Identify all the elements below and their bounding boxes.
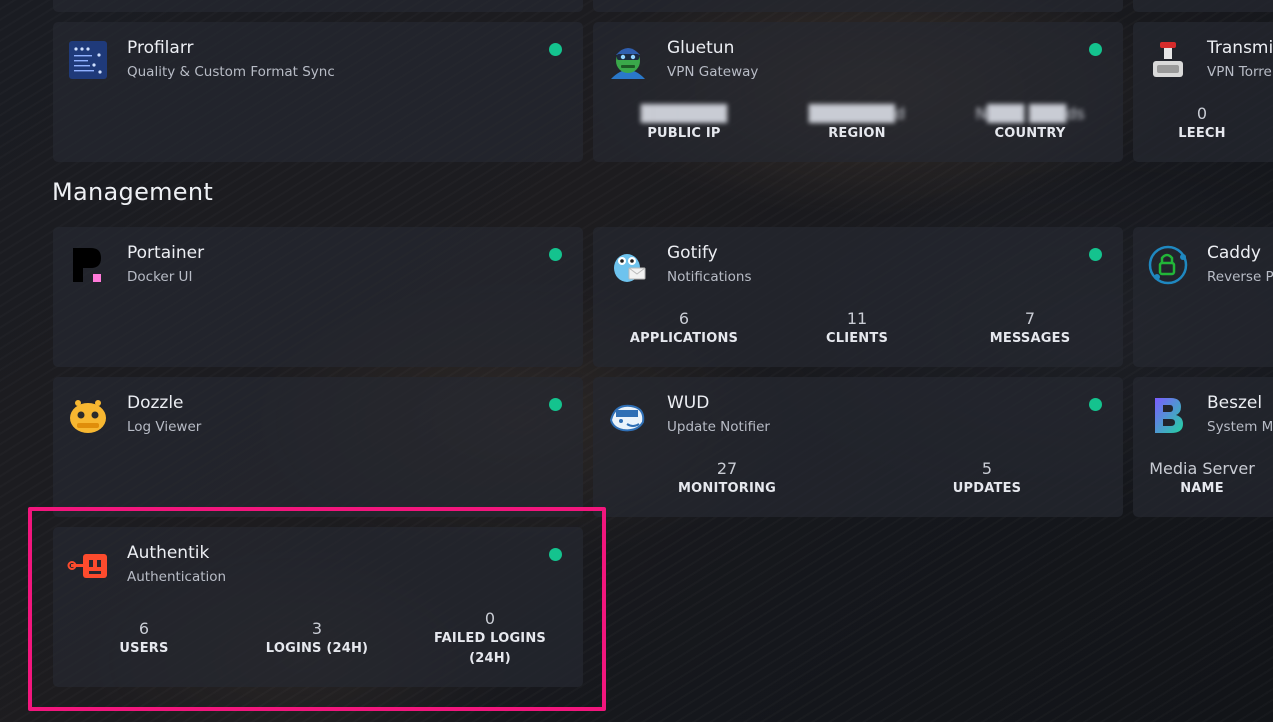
service-name: Transmi: [1207, 38, 1273, 58]
service-name: Gotify: [667, 243, 718, 263]
service-description: Notifications: [667, 269, 752, 285]
stat-value: 7: [1024, 309, 1036, 328]
status-indicator: [549, 43, 562, 56]
stat-value: 6: [678, 309, 690, 328]
service-description: Docker UI: [127, 269, 193, 285]
caddy-icon: [1147, 244, 1189, 286]
status-indicator: [1089, 248, 1102, 261]
service-card-portainer[interactable]: Portainer Docker UI: [53, 227, 583, 367]
service-name: Profilarr: [127, 38, 194, 58]
highlight-box: [28, 507, 606, 711]
stat-leech: 0 LEECH: [1178, 104, 1225, 144]
stat-label: CLIENTS: [825, 331, 889, 346]
service-description: System M: [1207, 419, 1273, 435]
stat-name: Media Server NAME: [1149, 459, 1255, 499]
stat-label: COUNTRY: [994, 126, 1066, 141]
stat-updates: 5 UPDATES: [953, 459, 1021, 499]
stat-label: APPLICATIONS: [629, 331, 739, 346]
stat-monitoring: 27 MONITORING: [678, 459, 776, 499]
service-description: Update Notifier: [667, 419, 770, 435]
service-card-dozzle[interactable]: Dozzle Log Viewer: [53, 377, 583, 517]
service-card-beszel[interactable]: Beszel System M Media Server NAME: [1133, 377, 1273, 517]
service-card-profilarr[interactable]: Profilarr Quality & Custom Format Sync: [53, 22, 583, 162]
status-indicator: [549, 398, 562, 411]
status-indicator: [1089, 43, 1102, 56]
stat-label: REGION: [828, 126, 886, 141]
stat-public-ip: ███████ PUBLIC IP: [641, 104, 727, 144]
stat-value: ███████: [640, 104, 728, 123]
dozzle-icon: [67, 394, 109, 436]
service-name: WUD: [667, 393, 710, 413]
stat-value: 5: [981, 459, 993, 478]
service-description: Log Viewer: [127, 419, 202, 435]
service-name: Dozzle: [127, 393, 184, 413]
stat-value: Media Server: [1149, 459, 1255, 478]
service-name: Beszel: [1207, 393, 1263, 413]
stat-value: 27: [716, 459, 738, 478]
stat-value: N███ ███ds: [975, 104, 1085, 123]
service-card-gotify[interactable]: Gotify Notifications 6 APPLICATIONS 11 C…: [593, 227, 1123, 367]
status-indicator: [549, 248, 562, 261]
service-card-transmission[interactable]: Transmi VPN Torre 0 LEECH: [1133, 22, 1273, 162]
service-card-wud[interactable]: WUD Update Notifier 27 MONITORING 5 UPDA…: [593, 377, 1123, 517]
stat-value: 11: [846, 309, 868, 328]
service-card-partial-top-1: [53, 0, 583, 12]
beszel-icon: [1147, 394, 1189, 436]
stat-label: NAME: [1180, 481, 1224, 496]
service-description: Reverse P: [1207, 269, 1273, 285]
service-card-caddy[interactable]: Caddy Reverse P: [1133, 227, 1273, 367]
service-description: VPN Gateway: [667, 64, 759, 80]
profilarr-icon: [67, 39, 109, 81]
stat-label: MONITORING: [677, 481, 777, 496]
service-card-partial-top-2: [593, 0, 1123, 12]
stat-country: N███ ███ds COUNTRY: [975, 104, 1084, 144]
transmission-icon: [1147, 39, 1189, 81]
stat-messages: 7 MESSAGES: [990, 309, 1071, 349]
portainer-icon: [67, 244, 109, 286]
service-card-gluetun[interactable]: Gluetun VPN Gateway ███████ PUBLIC IP ██…: [593, 22, 1123, 162]
stat-label: PUBLIC IP: [647, 126, 721, 141]
service-name: Caddy: [1207, 243, 1261, 263]
stat-value: 0: [1196, 104, 1208, 123]
stat-region: ███████d REGION: [809, 104, 905, 144]
section-title-management: Management: [52, 178, 214, 206]
service-card-partial-top-3: [1133, 0, 1273, 12]
stat-label: UPDATES: [952, 481, 1022, 496]
stat-value: ███████d: [808, 104, 906, 123]
stat-applications: 6 APPLICATIONS: [630, 309, 738, 349]
service-name: Gluetun: [667, 38, 735, 58]
stat-label: MESSAGES: [989, 331, 1071, 346]
stat-label: LEECH: [1178, 126, 1226, 141]
gotify-icon: [607, 244, 649, 286]
service-description: VPN Torre: [1207, 64, 1272, 80]
wud-icon: [607, 394, 649, 436]
service-name: Portainer: [127, 243, 205, 263]
stat-clients: 11 CLIENTS: [826, 309, 888, 349]
status-indicator: [1089, 398, 1102, 411]
service-description: Quality & Custom Format Sync: [127, 64, 335, 80]
gluetun-icon: [607, 39, 649, 81]
